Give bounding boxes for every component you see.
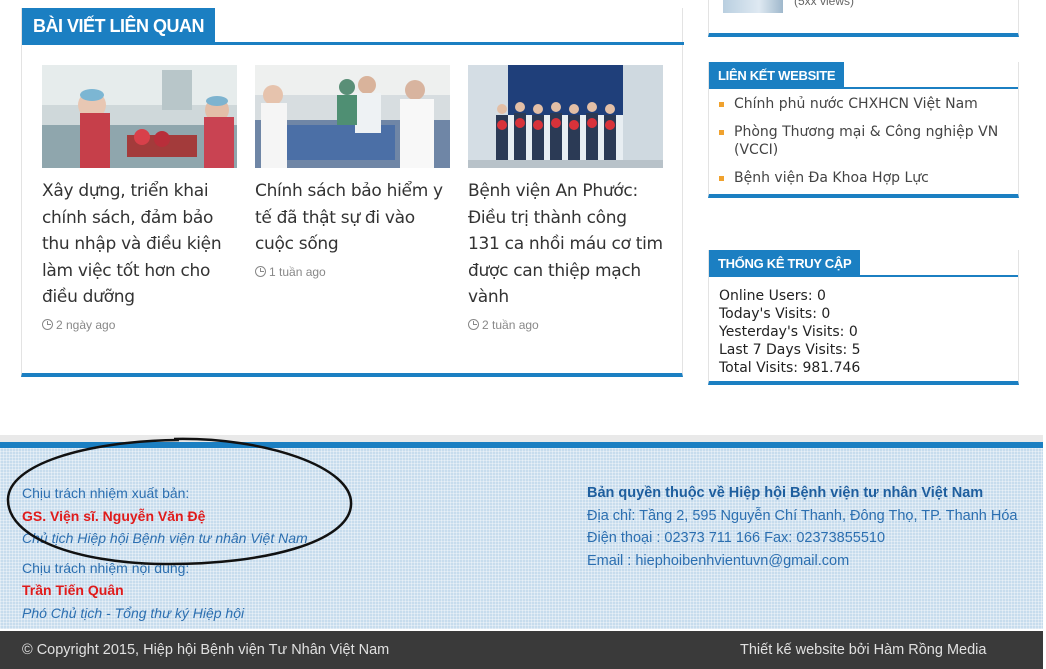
footer-email[interactable]: Email : hiephoibenhvientuvn@gmail.com xyxy=(587,550,1017,573)
clock-icon xyxy=(468,318,479,330)
popular-item-thumbnail[interactable] xyxy=(723,0,783,13)
stats-widget-header: THỐNG KÊ TRUY CẬP xyxy=(709,250,1018,277)
footer-bottom-bar: © Copyright 2015, Hiệp hội Bệnh viện Tư … xyxy=(0,631,1043,669)
post-2-thumbnail[interactable] xyxy=(255,65,450,168)
link-vcci[interactable]: Phòng Thương mại & Công nghiệp VN (VCCI) xyxy=(719,123,1008,159)
stat-yesterday-visits: Yesterday's Visits: 0 xyxy=(719,324,858,340)
sidebar-popular-item[interactable]: (5xx views) xyxy=(708,0,1019,37)
links-widget-title: LIÊN KẾT WEBSITE xyxy=(709,62,845,89)
footer-copyright: © Copyright 2015, Hiệp hội Bệnh viện Tư … xyxy=(22,642,390,658)
post-1-date: 2 ngày ago xyxy=(42,318,237,332)
stats-widget: THỐNG KÊ TRUY CẬP Online Users: 0 Today'… xyxy=(708,250,1019,385)
visit-stats: Online Users: 0 Today's Visits: 0 Yester… xyxy=(709,277,1018,381)
stat-total-visits: Total Visits: 981.746 xyxy=(719,360,861,376)
link-government[interactable]: Chính phủ nước CHXHCN Việt Nam xyxy=(719,95,1008,113)
footer-contact: Bản quyền thuộc về Hiệp hội Bệnh viện tư… xyxy=(587,482,1017,572)
stats-widget-title: THỐNG KÊ TRUY CẬP xyxy=(709,250,861,277)
footer-address: Địa chỉ: Tầng 2, 595 Nguyễn Chí Thanh, Đ… xyxy=(587,507,1018,524)
post-2-title[interactable]: Chính sách bảo hiểm y tế đã thật sự đi v… xyxy=(255,178,450,258)
related-post-2[interactable]: Chính sách bảo hiểm y tế đã thật sự đi v… xyxy=(255,65,450,279)
post-3-date-text: 2 tuần ago xyxy=(482,317,539,332)
post-2-date: 1 tuần ago xyxy=(255,265,450,279)
clock-icon xyxy=(255,265,266,277)
links-widget-header: LIÊN KẾT WEBSITE xyxy=(709,62,1018,89)
annotation-ellipse xyxy=(6,437,353,566)
links-widget: LIÊN KẾT WEBSITE Chính phủ nước CHXHCN V… xyxy=(708,62,1019,198)
link-hop-luc-hospital[interactable]: Bệnh viện Đa Khoa Hợp Lực xyxy=(719,169,1008,187)
popular-item-views: (5xx views) xyxy=(794,0,855,8)
copyright-owner: Bản quyền thuộc về Hiệp hội Bệnh viện tư… xyxy=(587,485,984,501)
related-post-1[interactable]: Xây dựng, triển khai chính sách, đảm bảo… xyxy=(42,65,237,332)
related-post-3[interactable]: Bệnh viện An Phước: Điều trị thành công … xyxy=(468,65,663,332)
post-3-thumbnail[interactable] xyxy=(468,65,663,168)
stat-today-visits: Today's Visits: 0 xyxy=(719,306,831,322)
content-name: Trần Tiến Quân xyxy=(22,582,124,598)
post-1-thumbnail[interactable] xyxy=(42,65,237,168)
footer-design-credit[interactable]: Thiết kế website bởi Hàm Rồng Media xyxy=(740,631,986,669)
related-posts-panel: BÀI VIẾT LIÊN QUAN Xây dựng, triển khai … xyxy=(21,8,684,377)
related-posts-header: BÀI VIẾT LIÊN QUAN xyxy=(22,8,684,45)
content-role: Phó Chủ tịch - Tổng thư ký Hiệp hội xyxy=(22,604,245,621)
stat-last-7-days: Last 7 Days Visits: 5 xyxy=(719,342,861,358)
post-3-title[interactable]: Bệnh viện An Phước: Điều trị thành công … xyxy=(468,178,663,311)
website-links-list: Chính phủ nước CHXHCN Việt Nam Phòng Thư… xyxy=(709,89,1018,194)
related-posts-title: BÀI VIẾT LIÊN QUAN xyxy=(22,8,216,44)
post-3-date: 2 tuần ago xyxy=(468,318,663,332)
post-1-date-text: 2 ngày ago xyxy=(56,317,116,332)
clock-icon xyxy=(42,318,53,330)
stat-online-users: Online Users: 0 xyxy=(719,288,826,304)
post-2-date-text: 1 tuần ago xyxy=(269,264,326,279)
post-1-title[interactable]: Xây dựng, triển khai chính sách, đảm bảo… xyxy=(42,178,237,311)
footer-phone: Điện thoại : 02373 711 166 Fax: 02373855… xyxy=(587,530,886,546)
